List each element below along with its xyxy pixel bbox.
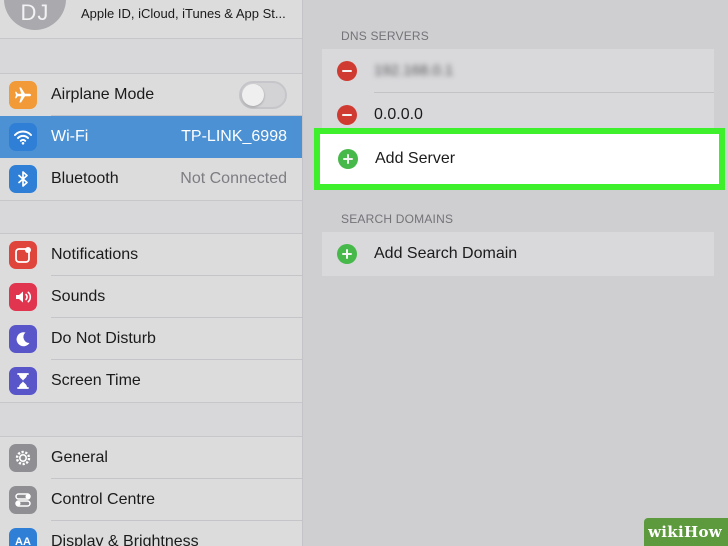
display-icon: AA (9, 528, 37, 546)
control-centre-icon (9, 486, 37, 514)
dns-server-row[interactable]: 192.168.0.1 (322, 49, 714, 93)
avatar: DJ (4, 0, 66, 30)
remove-icon[interactable] (337, 61, 357, 81)
sidebar-item-label: Airplane Mode (51, 86, 155, 103)
add-search-domain-label: Add Search Domain (374, 245, 518, 262)
add-server-label: Add Server (375, 150, 456, 167)
sidebar-item-label: Wi-Fi (51, 128, 89, 145)
airplane-icon (9, 81, 37, 109)
toggle-knob (242, 84, 264, 106)
sidebar-item-label: Do Not Disturb (51, 330, 156, 347)
wifi-icon (9, 123, 37, 151)
sidebar-item-label: General (51, 449, 108, 466)
remove-icon[interactable] (337, 105, 357, 125)
sidebar-item-label: Bluetooth (51, 170, 119, 187)
add-server-button[interactable]: Add Server (314, 128, 725, 190)
moon-icon (9, 325, 37, 353)
add-icon (337, 244, 357, 264)
connectivity-group: Airplane Mode Wi-Fi TP-LINK_6998 Bluetoo… (0, 73, 302, 201)
sounds-icon (9, 283, 37, 311)
wikihow-logo: wikiHow (648, 523, 722, 541)
dns-server-value: 192.168.0.1 (374, 62, 454, 79)
bluetooth-status: Not Connected (180, 170, 287, 187)
sidebar-item-general[interactable]: General (0, 437, 302, 479)
sidebar-item-label: Display & Brightness (51, 533, 199, 546)
dns-configuration-pane: DNS SERVERS 192.168.0.1 0.0.0.0 Add Serv… (303, 0, 728, 546)
notifications-group: Notifications Sounds Do Not Disturb Scre… (0, 233, 302, 403)
dns-servers-header: DNS SERVERS (341, 29, 430, 43)
sidebar-item-screen-time[interactable]: Screen Time (0, 360, 302, 402)
apple-id-row[interactable]: DJ Apple ID, iCloud, iTunes & App St... (0, 0, 302, 39)
sidebar-item-display-brightness[interactable]: AA Display & Brightness (0, 521, 302, 546)
gear-icon (9, 444, 37, 472)
notifications-icon (9, 241, 37, 269)
sidebar-item-label: Sounds (51, 288, 106, 305)
airplane-mode-toggle[interactable] (239, 81, 287, 109)
settings-sidebar: DJ Apple ID, iCloud, iTunes & App St... … (0, 0, 302, 546)
sidebar-item-airplane-mode[interactable]: Airplane Mode (0, 74, 302, 116)
apple-id-subtitle: Apple ID, iCloud, iTunes & App St... (81, 6, 286, 21)
sidebar-item-label: Control Centre (51, 491, 156, 508)
sidebar-item-wifi[interactable]: Wi-Fi TP-LINK_6998 (0, 116, 302, 158)
sidebar-item-label: Notifications (51, 246, 139, 263)
sidebar-item-notifications[interactable]: Notifications (0, 234, 302, 276)
bluetooth-icon (9, 165, 37, 193)
add-search-domain-button[interactable]: Add Search Domain (322, 232, 714, 276)
sidebar-item-do-not-disturb[interactable]: Do Not Disturb (0, 318, 302, 360)
sidebar-item-sounds[interactable]: Sounds (0, 276, 302, 318)
general-group: General Control Centre AA Display & Brig… (0, 436, 302, 546)
sidebar-item-bluetooth[interactable]: Bluetooth Not Connected (0, 158, 302, 200)
hourglass-icon (9, 367, 37, 395)
sidebar-item-control-centre[interactable]: Control Centre (0, 479, 302, 521)
wifi-network-name: TP-LINK_6998 (181, 128, 287, 145)
sidebar-item-label: Screen Time (51, 372, 141, 389)
add-icon (338, 149, 358, 169)
search-domains-header: SEARCH DOMAINS (341, 212, 454, 226)
wikihow-watermark: wikiHow (644, 518, 728, 546)
